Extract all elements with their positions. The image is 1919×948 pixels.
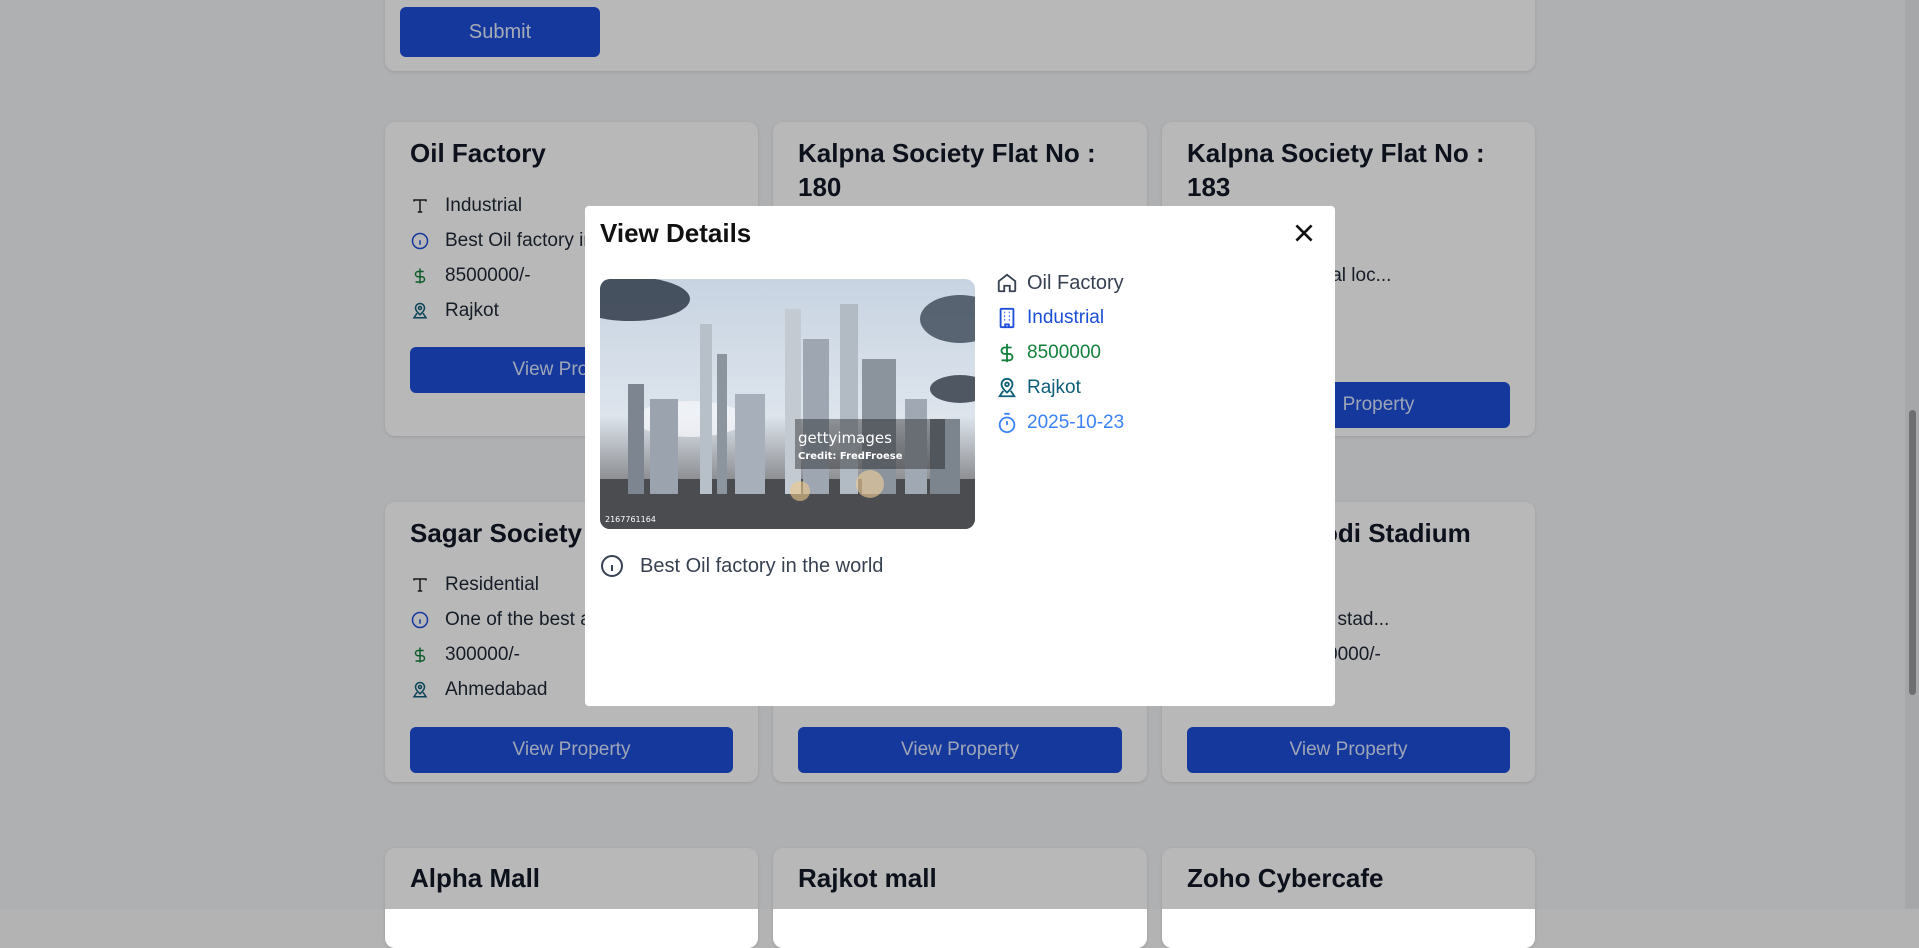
detail-date: 2025-10-23: [1027, 412, 1125, 433]
close-button[interactable]: [1291, 220, 1317, 246]
image-credit: Credit: FredFroese: [798, 451, 903, 462]
refinery-illustration: gettyimages Credit: FredFroese 216776116…: [600, 279, 975, 529]
detail-description: Best Oil factory in the world: [640, 554, 884, 577]
property-image: gettyimages Credit: FredFroese 216776116…: [600, 279, 975, 529]
timer-icon: [995, 411, 1019, 435]
detail-description-row: Best Oil factory in the world: [600, 549, 883, 583]
location-pin-icon: [995, 376, 1019, 400]
image-watermark: gettyimages: [798, 429, 892, 447]
detail-price: 8500000: [1027, 342, 1101, 363]
view-details-modal: View Details gettyimages Credit: FredFro…: [585, 206, 1335, 706]
detail-date-row: 2025-10-23: [995, 406, 1124, 440]
detail-name: Oil Factory: [1027, 271, 1124, 294]
building-icon: [995, 306, 1019, 330]
detail-location: Rajkot: [1027, 377, 1081, 398]
detail-location-row: Rajkot: [995, 371, 1081, 405]
detail-price-row: 8500000: [995, 336, 1101, 370]
info-icon: [600, 554, 624, 578]
detail-name-row: Oil Factory: [995, 266, 1124, 300]
page-scrollbar[interactable]: [1905, 0, 1919, 909]
modal-title: View Details: [600, 218, 752, 248]
scrollbar-thumb[interactable]: [1909, 410, 1916, 695]
detail-type-row: Industrial: [995, 301, 1104, 335]
dollar-icon: [995, 341, 1019, 365]
close-icon: [1295, 224, 1313, 242]
home-icon: [995, 271, 1019, 295]
image-id: 2167761164: [605, 515, 656, 524]
detail-type: Industrial: [1027, 307, 1105, 328]
